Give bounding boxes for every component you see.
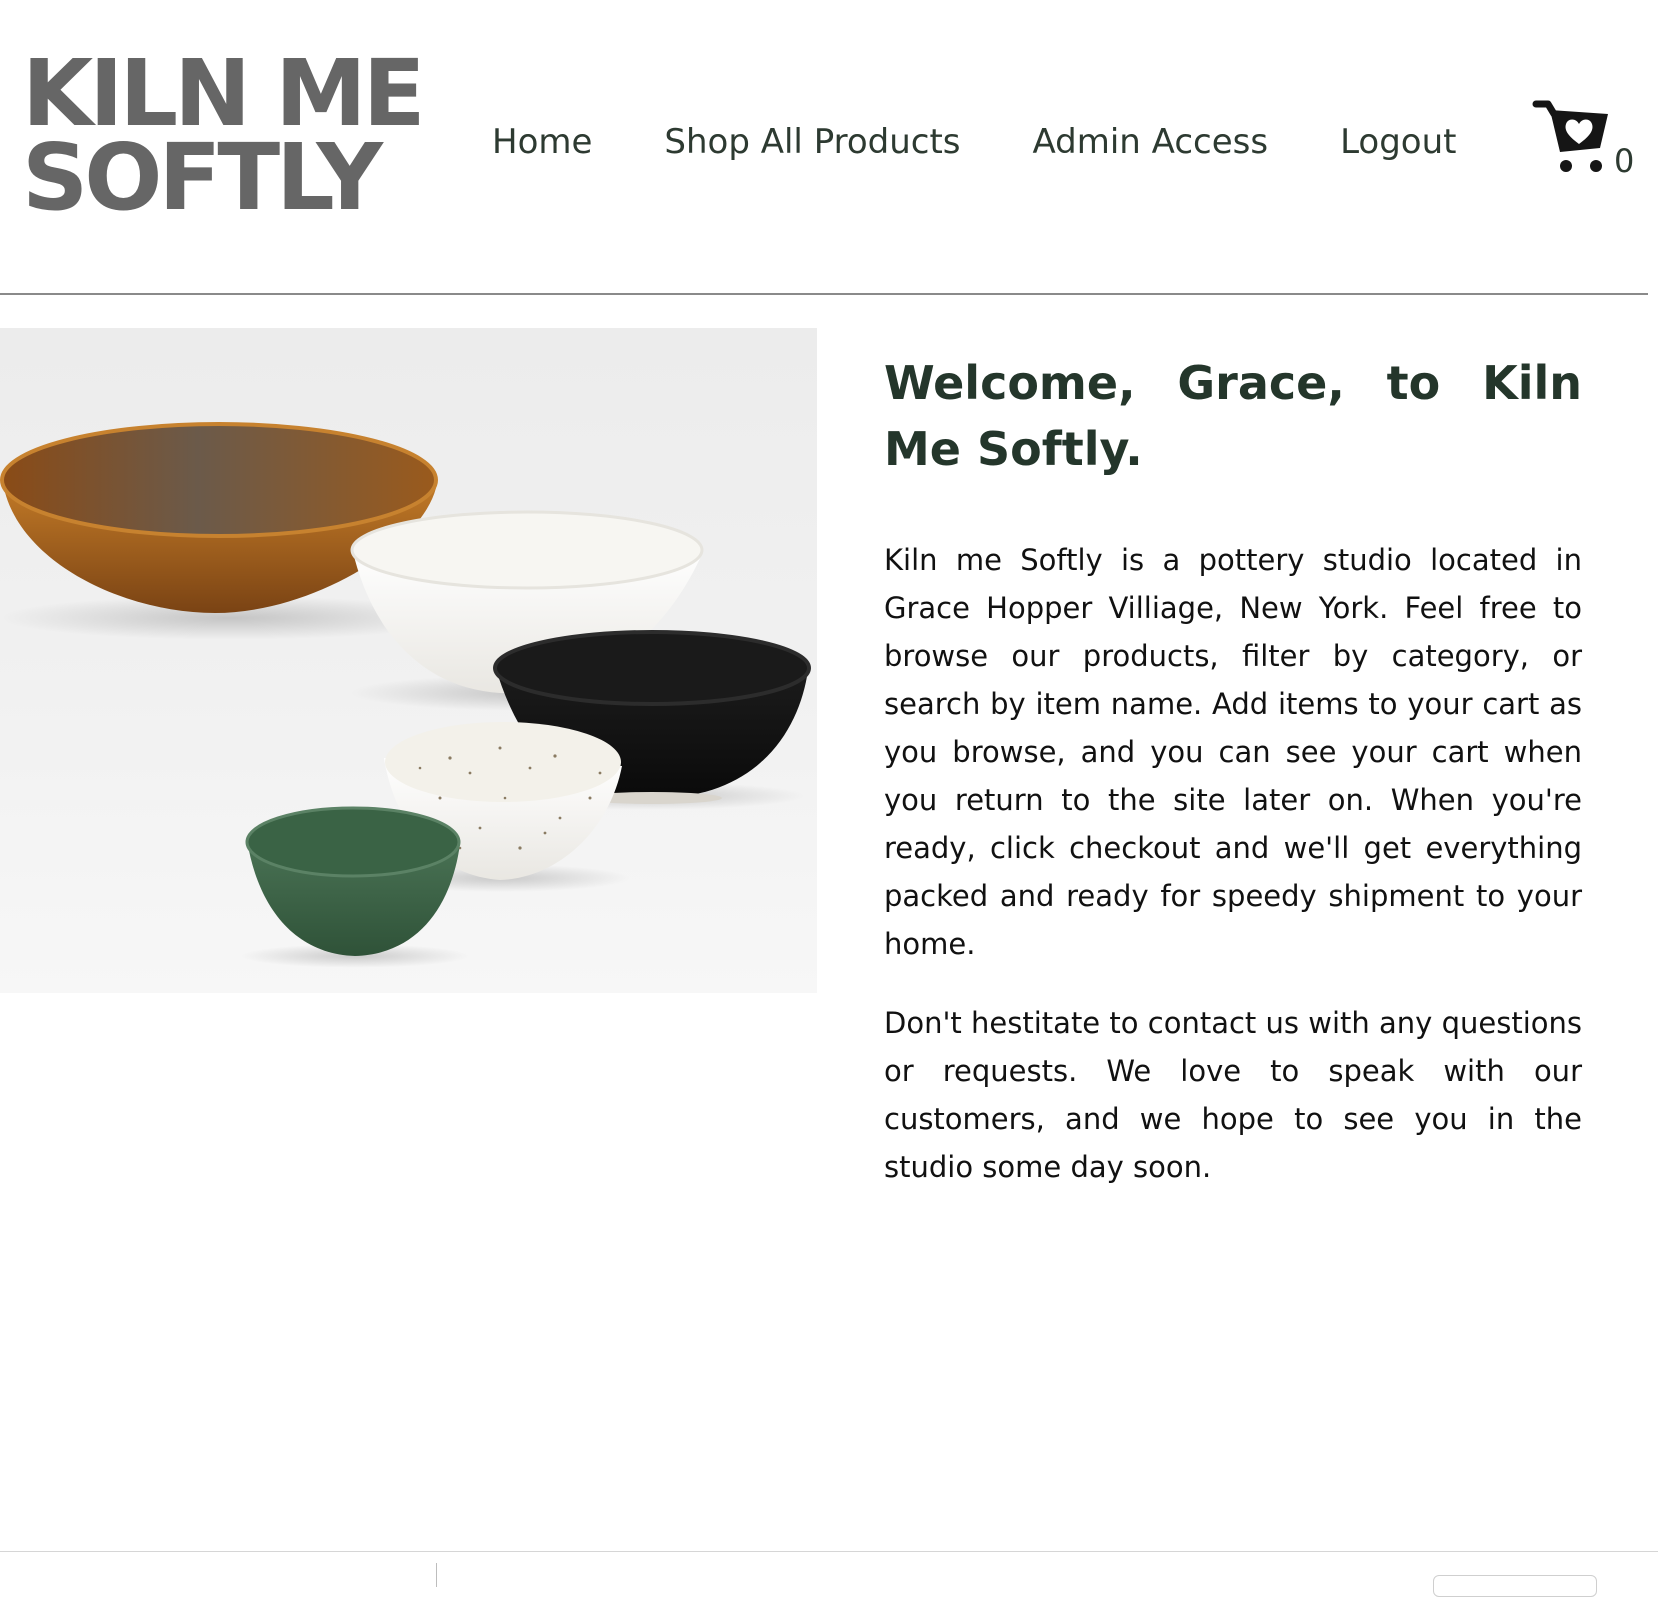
bowls-illustration	[0, 422, 811, 968]
nav-home-link[interactable]: Home	[492, 118, 592, 166]
cart-heart-icon	[1532, 100, 1608, 172]
welcome-section: Welcome, Grace, to Kiln Me Softly. Kiln …	[884, 350, 1582, 1191]
main-nav: Home Shop All Products Admin Access Logo…	[492, 118, 1528, 166]
header-divider	[0, 293, 1648, 295]
welcome-heading: Welcome, Grace, to Kiln Me Softly.	[884, 356, 1582, 476]
site-logo[interactable]: KILN ME SOFTLY	[22, 48, 426, 231]
welcome-paragraph-1: Kiln me Softly is a pottery studio locat…	[884, 543, 1582, 961]
nav-logout-link[interactable]: Logout	[1340, 118, 1456, 166]
hero-bowls-image	[0, 328, 817, 993]
cart-count-badge: 0	[1614, 142, 1635, 180]
welcome-paragraph-2: Don't hestitate to contact us with any q…	[884, 1006, 1582, 1184]
footer-divider	[0, 1551, 1658, 1552]
footer-separator	[436, 1563, 437, 1587]
cart-button[interactable]: 0	[1532, 98, 1642, 188]
logo-line-2: SOFTLY	[22, 124, 383, 231]
nav-admin-access-link[interactable]: Admin Access	[1033, 118, 1269, 166]
site-header: KILN ME SOFTLY Home Shop All Products Ad…	[0, 0, 1658, 295]
footer-control[interactable]	[1433, 1575, 1597, 1597]
nav-shop-all-products-link[interactable]: Shop All Products	[664, 118, 960, 166]
